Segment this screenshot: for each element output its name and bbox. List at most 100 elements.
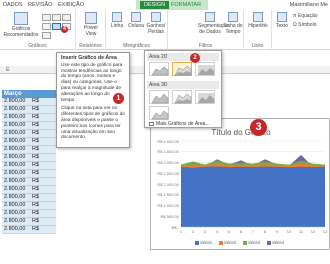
cell-value: 2.800,00 bbox=[4, 218, 26, 224]
sparkline-line-icon bbox=[112, 12, 122, 22]
legend-item[interactable]: Série1 bbox=[195, 240, 212, 245]
sheet-cell[interactable]: 2.800,00 R$ bbox=[2, 154, 56, 162]
pie-chart-icon[interactable] bbox=[62, 14, 71, 21]
cell-value: 2.800,00 bbox=[4, 138, 26, 144]
legend-item[interactable]: Série3 bbox=[243, 240, 260, 245]
sheet-cell[interactable]: 2.800,00 R$ bbox=[2, 178, 56, 186]
legend-swatch bbox=[219, 241, 223, 245]
area-3d-thumb[interactable] bbox=[149, 90, 169, 104]
legend-label: Série3 bbox=[248, 240, 261, 245]
tooltip-title: Inserir Gráfico de Área bbox=[61, 55, 117, 61]
area-chart-gallery: Área 2D Área 3D Mais Gráficos de Área... bbox=[144, 50, 222, 128]
x-tick-label: 1 bbox=[179, 229, 183, 234]
percent-area-3d-icon bbox=[198, 93, 214, 103]
equation-button[interactable]: π Equação bbox=[293, 13, 318, 19]
sheet-cell[interactable]: 2.800,00 R$ bbox=[2, 218, 56, 226]
area-2d-thumb[interactable] bbox=[149, 62, 169, 76]
sheet-cell[interactable]: 2.800,00 R$ bbox=[2, 146, 56, 154]
sheet-cell[interactable]: 2.800,00 R$ bbox=[2, 122, 56, 130]
sheet-cell[interactable]: 2.800,00 R$ bbox=[2, 226, 56, 234]
cell-value: 2.800,00 bbox=[4, 226, 26, 232]
x-tick-label: 11 bbox=[298, 229, 304, 234]
cell-value: 2.800,00 bbox=[4, 162, 26, 168]
text-button[interactable]: Texto bbox=[273, 12, 291, 29]
line-chart-icon[interactable] bbox=[52, 14, 61, 21]
tab-exibicao[interactable]: EXIBIÇÃO bbox=[58, 2, 84, 8]
tab-dados[interactable]: DADOS bbox=[3, 2, 23, 8]
tab-revisao[interactable]: REVISÃO bbox=[28, 2, 52, 8]
slicer-icon bbox=[205, 12, 215, 22]
x-tick-label: 9 bbox=[275, 229, 279, 234]
legend-item[interactable]: Série4 bbox=[267, 240, 284, 245]
percent-area-3d-thumb[interactable] bbox=[195, 90, 215, 104]
sheet-cell[interactable]: 2.800,00 R$ bbox=[2, 170, 56, 178]
x-tick-label: 5 bbox=[227, 229, 231, 234]
user-name[interactable]: Maximiliano Me bbox=[290, 2, 328, 8]
sparkline-line-button[interactable]: Linha bbox=[108, 12, 126, 29]
sheet-cell[interactable]: 2.800,00 R$ bbox=[2, 202, 56, 210]
sheet-cells: 2.800,00 R$ 2.800,00 R$ 2.800,00 R$ 2.800,00 R$… bbox=[2, 98, 56, 234]
cell-currency: R$ bbox=[32, 114, 40, 120]
x-tick-label: 3 bbox=[203, 229, 207, 234]
sheet-cell[interactable]: 2.800,00 R$ bbox=[2, 186, 56, 194]
sparkline-column-button[interactable]: Coluna bbox=[127, 12, 145, 29]
cell-currency: R$ bbox=[32, 218, 40, 224]
chart-legend[interactable]: Série1 Série2 Série3 Série4 bbox=[165, 239, 317, 247]
sparkline-winloss-icon bbox=[151, 12, 161, 22]
symbol-button[interactable]: Ω Símbolo bbox=[293, 22, 316, 28]
power-view-icon bbox=[85, 12, 97, 24]
area-2d-icon bbox=[151, 66, 169, 76]
cell-value: 2.800,00 bbox=[4, 122, 26, 128]
cell-currency: R$ bbox=[32, 186, 40, 192]
column-chart-icon[interactable] bbox=[42, 14, 51, 21]
timeline-button[interactable]: Linha do Tempo bbox=[222, 12, 244, 35]
slicer-button[interactable]: Segmentação de Dados bbox=[198, 12, 229, 35]
legend-swatch bbox=[243, 241, 247, 245]
power-view-button[interactable]: Power View bbox=[78, 12, 104, 37]
cell-value: 2.800,00 bbox=[4, 130, 26, 136]
hyperlink-icon bbox=[253, 12, 263, 22]
cell-currency: R$ bbox=[32, 106, 40, 112]
hyperlink-button[interactable]: Hiperlink bbox=[246, 12, 270, 29]
more-area-charts-link[interactable]: Mais Gráficos de Área... bbox=[149, 121, 210, 127]
cell-currency: R$ bbox=[32, 170, 40, 176]
sheet-cell[interactable]: 2.800,00 R$ bbox=[2, 138, 56, 146]
sheet-cell[interactable]: 2.800,00 R$ bbox=[2, 130, 56, 138]
cell-value: 2.800,00 bbox=[4, 178, 26, 184]
chart-icon bbox=[149, 122, 154, 126]
x-tick-label: 2 bbox=[191, 229, 195, 234]
sheet-cell[interactable]: 2.800,00 R$ bbox=[2, 106, 56, 114]
area-3d-full-thumb[interactable] bbox=[149, 106, 169, 120]
recommended-charts-icon bbox=[14, 12, 28, 25]
cell-value: 2.800,00 bbox=[4, 146, 26, 152]
tab-design[interactable]: DESIGN bbox=[140, 1, 170, 9]
cell-value: 2.800,00 bbox=[4, 170, 26, 176]
x-tick-label: 12 bbox=[310, 229, 316, 234]
area-chart-icon[interactable] bbox=[52, 23, 61, 30]
gallery-section-2d: Área 2D bbox=[147, 53, 219, 61]
percent-area-2d-thumb[interactable] bbox=[195, 62, 215, 76]
sparkline-winloss-button[interactable]: Ganhos/ Perdas bbox=[146, 12, 166, 35]
sheet-cell[interactable]: 2.800,00 R$ bbox=[2, 162, 56, 170]
cell-currency: R$ bbox=[32, 154, 40, 160]
sheet-cell[interactable]: 2.800,00 R$ bbox=[2, 114, 56, 122]
area-series-1[interactable] bbox=[181, 166, 325, 227]
area-3d-icon bbox=[151, 93, 169, 104]
sheet-cell[interactable]: 2.800,00 R$ bbox=[2, 194, 56, 202]
combo-chart-icon[interactable] bbox=[42, 32, 51, 39]
column-letter-e[interactable]: E bbox=[6, 67, 10, 73]
sheet-cell[interactable]: 2.800,00 R$ bbox=[2, 210, 56, 218]
recommended-charts-button[interactable]: Gráficos Recomendados bbox=[2, 12, 40, 38]
bar-chart-icon[interactable] bbox=[42, 23, 51, 30]
sheet-cell[interactable]: 2.800,00 R$ bbox=[2, 98, 56, 106]
cell-currency: R$ bbox=[32, 146, 40, 152]
area-chart[interactable]: Título do Gráfico R$ 4.000,00 R$ 3.500,00… bbox=[150, 118, 330, 250]
legend-label: Série1 bbox=[200, 240, 213, 245]
sheet-column-header[interactable]: Março bbox=[2, 90, 56, 98]
tab-formatar[interactable]: FORMATAR bbox=[171, 2, 201, 8]
legend-item[interactable]: Série2 bbox=[219, 240, 236, 245]
stacked-area-3d-thumb[interactable] bbox=[172, 90, 192, 104]
x-tick-label: 6 bbox=[239, 229, 243, 234]
cell-currency: R$ bbox=[32, 162, 40, 168]
stacked-area-2d-thumb[interactable] bbox=[172, 62, 192, 76]
